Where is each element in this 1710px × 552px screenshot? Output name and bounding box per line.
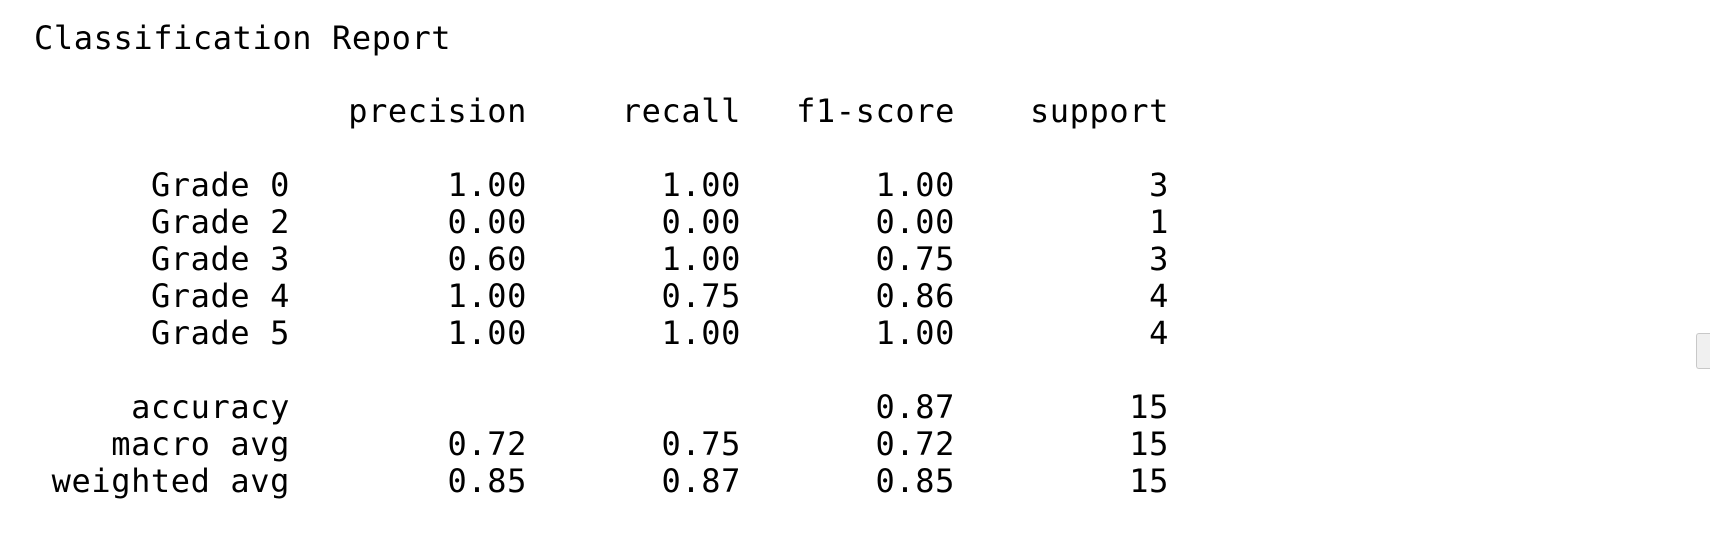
f1-value: 0.85 <box>875 462 955 500</box>
recall-value: 1.00 <box>661 314 741 352</box>
table-row: Grade 0 1.00 1.00 1.00 3 <box>34 167 1169 204</box>
header-support: support <box>1029 92 1169 130</box>
row-label: macro avg <box>111 425 290 463</box>
support-value: 4 <box>1149 277 1169 315</box>
recall-value: 1.00 <box>661 240 741 278</box>
output-resize-handle[interactable] <box>1696 333 1710 369</box>
f1-value: 0.86 <box>875 277 955 315</box>
recall-value <box>527 389 741 426</box>
precision-value: 1.00 <box>447 314 527 352</box>
row-label: Grade 3 <box>150 240 290 278</box>
header-f1-score: f1-score <box>796 92 955 130</box>
support-value: 4 <box>1149 314 1169 352</box>
support-value: 15 <box>1129 388 1169 426</box>
recall-value: 0.75 <box>661 277 741 315</box>
table-row: Grade 4 1.00 0.75 0.86 4 <box>34 278 1169 315</box>
support-value: 3 <box>1149 166 1169 204</box>
precision-value: 1.00 <box>447 166 527 204</box>
f1-value: 0.72 <box>875 425 955 463</box>
table-row: Grade 5 1.00 1.00 1.00 4 <box>34 315 1169 352</box>
f1-value: 0.00 <box>875 203 955 241</box>
f1-value: 1.00 <box>875 166 955 204</box>
recall-value: 1.00 <box>661 166 741 204</box>
f1-value: 0.87 <box>875 388 955 426</box>
header-row: precision recall f1-score support <box>34 93 1169 130</box>
f1-value: 1.00 <box>875 314 955 352</box>
recall-value: 0.75 <box>661 425 741 463</box>
recall-value: 0.00 <box>661 203 741 241</box>
precision-value: 0.60 <box>447 240 527 278</box>
row-label: Grade 5 <box>150 314 290 352</box>
precision-value: 1.00 <box>447 277 527 315</box>
support-value: 15 <box>1129 425 1169 463</box>
row-label: Grade 4 <box>150 277 290 315</box>
row-label: weighted avg <box>51 462 290 500</box>
header-recall: recall <box>621 92 741 130</box>
precision-value: 0.72 <box>447 425 527 463</box>
row-label: Grade 0 <box>150 166 290 204</box>
report-title: Classification Report <box>34 19 452 57</box>
precision-value <box>290 389 527 426</box>
support-value: 3 <box>1149 240 1169 278</box>
table-row: Grade 3 0.60 1.00 0.75 3 <box>34 241 1169 278</box>
classification-report-output: Classification Report precision recall f… <box>34 20 1169 500</box>
header-precision: precision <box>348 92 527 130</box>
row-label: Grade 2 <box>150 203 290 241</box>
table-row: Grade 2 0.00 0.00 0.00 1 <box>34 204 1169 241</box>
support-value: 15 <box>1129 462 1169 500</box>
f1-value: 0.75 <box>875 240 955 278</box>
header-label-blank <box>34 93 290 130</box>
support-value: 1 <box>1149 203 1169 241</box>
precision-value: 0.00 <box>447 203 527 241</box>
summary-row-macro-avg: macro avg 0.72 0.75 0.72 15 <box>34 426 1169 463</box>
recall-value: 0.87 <box>661 462 741 500</box>
summary-row-accuracy: accuracy 0.87 15 <box>34 389 1169 426</box>
precision-value: 0.85 <box>447 462 527 500</box>
row-label: accuracy <box>131 388 290 426</box>
summary-row-weighted-avg: weighted avg 0.85 0.87 0.85 15 <box>34 463 1169 500</box>
